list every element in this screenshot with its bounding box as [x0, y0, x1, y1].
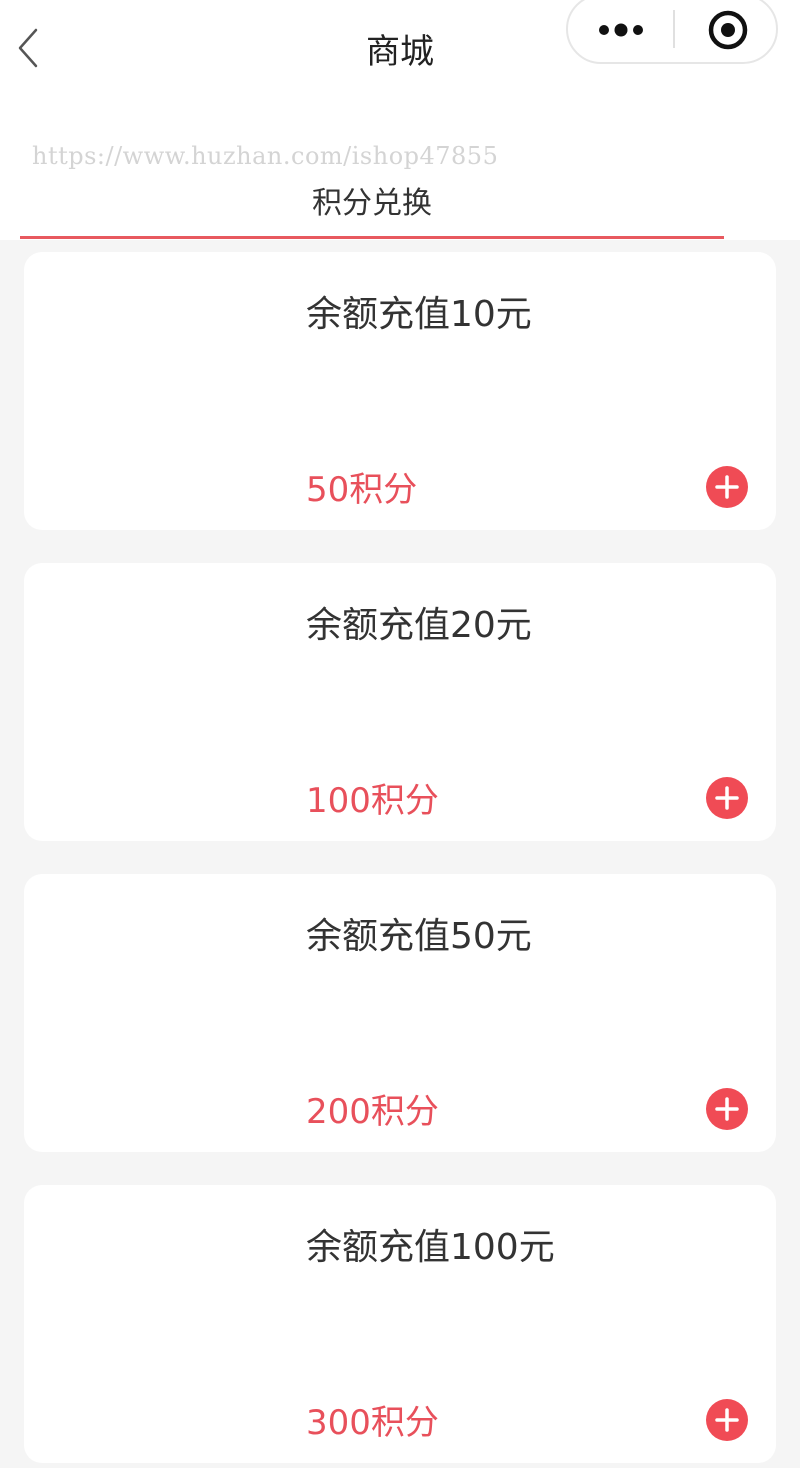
plus-circle-icon — [715, 1097, 739, 1121]
add-button[interactable] — [706, 466, 748, 508]
watermark-text: https://www.huzhan.com/ishop47855 — [32, 142, 499, 170]
capsule-divider — [673, 10, 675, 48]
navigation-bar: 商城 — [0, 0, 800, 100]
plus-circle-icon — [715, 1408, 739, 1432]
product-title: 余额充值100元 — [306, 1227, 555, 1268]
mini-program-capsule — [566, 0, 778, 64]
more-menu-button[interactable] — [568, 0, 673, 62]
product-card[interactable]: 余额充值10元 50积分 — [24, 252, 776, 530]
product-card[interactable]: 余额充值100元 300积分 — [24, 1185, 776, 1463]
tab-active-indicator — [20, 236, 724, 239]
product-price: 50积分 — [306, 470, 418, 510]
plus-circle-icon — [715, 786, 739, 810]
product-card[interactable]: 余额充值20元 100积分 — [24, 563, 776, 841]
add-button[interactable] — [706, 777, 748, 819]
more-dots-icon — [599, 23, 643, 37]
product-card[interactable]: 余额充值50元 200积分 — [24, 874, 776, 1152]
product-price: 100积分 — [306, 781, 439, 821]
target-circle-icon — [708, 10, 748, 50]
product-title: 余额充值10元 — [306, 294, 532, 335]
product-title: 余额充值50元 — [306, 916, 532, 957]
tab-bar: https://www.huzhan.com/ishop47855 积分兑换 — [0, 100, 800, 240]
product-title: 余额充值20元 — [306, 605, 532, 646]
product-price: 200积分 — [306, 1092, 439, 1132]
plus-circle-icon — [715, 475, 739, 499]
add-button[interactable] — [706, 1399, 748, 1441]
add-button[interactable] — [706, 1088, 748, 1130]
product-price: 300积分 — [306, 1403, 439, 1443]
tab-points-exchange[interactable]: 积分兑换 — [20, 180, 724, 238]
close-mini-program-button[interactable] — [676, 0, 776, 62]
